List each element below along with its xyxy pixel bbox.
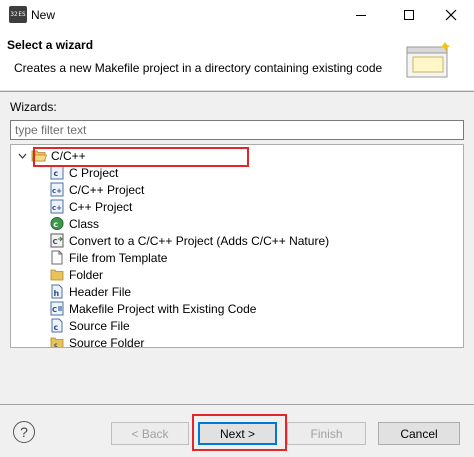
tree-item-file-from-template[interactable]: File from Template xyxy=(50,249,167,266)
title-bar: 32 ES New xyxy=(0,0,474,30)
wizard-banner-icon xyxy=(406,42,450,78)
tree-item-convert[interactable]: C Convert to a C/C++ Project (Adds C/C++… xyxy=(50,232,329,249)
tree-item-cpp-project[interactable]: c+ C/C++ Project xyxy=(50,181,144,198)
svg-text:C: C xyxy=(52,306,57,314)
app-icon-text-top: 32 xyxy=(10,10,18,18)
file-icon xyxy=(51,250,63,265)
svg-text:c: c xyxy=(54,342,58,348)
tree-item-label: C/C++ Project xyxy=(69,182,145,197)
wizard-tree[interactable]: C/C++ c C Project c+ C/C++ Project c+ C+… xyxy=(10,144,464,348)
tree-item-label: Folder xyxy=(69,267,104,282)
help-button[interactable]: ? xyxy=(13,421,35,443)
svg-text:c: c xyxy=(53,220,58,229)
app-icon-text-bottom: ES xyxy=(18,10,26,18)
svg-text:h: h xyxy=(54,289,60,298)
maximize-icon xyxy=(404,10,414,20)
tree-item-header-file[interactable]: h Header File xyxy=(50,283,131,300)
cpp-project-icon: c+ xyxy=(50,199,64,214)
svg-text:c: c xyxy=(54,323,59,332)
tree-item-folder[interactable]: Folder xyxy=(50,266,103,283)
svg-text:c+: c+ xyxy=(52,187,62,195)
next-button-highlight xyxy=(192,414,287,451)
tree-item-label: Convert to a C/C++ Project (Adds C/C++ N… xyxy=(69,233,330,248)
maximize-button[interactable] xyxy=(386,0,432,30)
footer-separator xyxy=(0,404,474,405)
tree-item-label: File from Template xyxy=(69,250,168,265)
svg-text:C: C xyxy=(53,238,58,246)
filter-input[interactable] xyxy=(10,120,464,140)
svg-text:c+: c+ xyxy=(52,204,62,212)
tree-item-label: Header File xyxy=(69,284,132,299)
back-button[interactable]: < Back xyxy=(111,422,189,445)
app-icon: 32 ES xyxy=(9,6,27,23)
header-file-icon: h xyxy=(51,284,63,299)
c-project-icon: c xyxy=(50,165,64,180)
window-title: New xyxy=(31,8,56,22)
class-icon: c xyxy=(50,217,64,230)
folder-icon xyxy=(50,269,64,281)
tree-item-makefile-project[interactable]: C Makefile Project with Existing Code xyxy=(50,300,256,317)
tree-item-label: Source File xyxy=(69,318,130,333)
wizard-description: Creates a new Makefile project in a dire… xyxy=(14,61,383,75)
tree-item-label: Class xyxy=(69,216,100,231)
convert-icon: C xyxy=(50,233,64,248)
close-icon xyxy=(445,9,457,21)
cancel-button[interactable]: Cancel xyxy=(378,422,460,445)
minimize-icon xyxy=(356,14,366,16)
tree-item-label: Makefile Project with Existing Code xyxy=(69,301,257,316)
header-separator xyxy=(0,91,474,92)
tree-item-cplusplus-project[interactable]: c+ C++ Project xyxy=(50,198,132,215)
cpp-project-icon: c+ xyxy=(50,182,64,197)
makefile-project-icon: C xyxy=(50,301,64,316)
source-file-icon: c xyxy=(51,318,63,333)
close-button[interactable] xyxy=(428,0,474,30)
tree-item-label: Source Folder xyxy=(69,335,145,348)
tree-item-source-folder[interactable]: c Source Folder xyxy=(50,334,145,348)
chevron-down-icon[interactable] xyxy=(17,151,27,161)
svg-text:c: c xyxy=(54,169,59,178)
source-folder-icon: c xyxy=(50,337,64,348)
tree-item-label: C++ Project xyxy=(69,199,133,214)
tree-item-label: C Project xyxy=(69,165,119,180)
minimize-button[interactable] xyxy=(338,0,384,30)
tree-item-class[interactable]: c Class xyxy=(50,215,99,232)
wizard-header: Select a wizard Creates a new Makefile p… xyxy=(0,30,474,91)
tree-item-source-file[interactable]: c Source File xyxy=(50,317,130,334)
finish-button[interactable]: Finish xyxy=(287,422,366,445)
selected-item-highlight xyxy=(33,147,249,167)
wizards-label: Wizards: xyxy=(10,100,57,114)
wizard-title: Select a wizard xyxy=(7,38,94,52)
